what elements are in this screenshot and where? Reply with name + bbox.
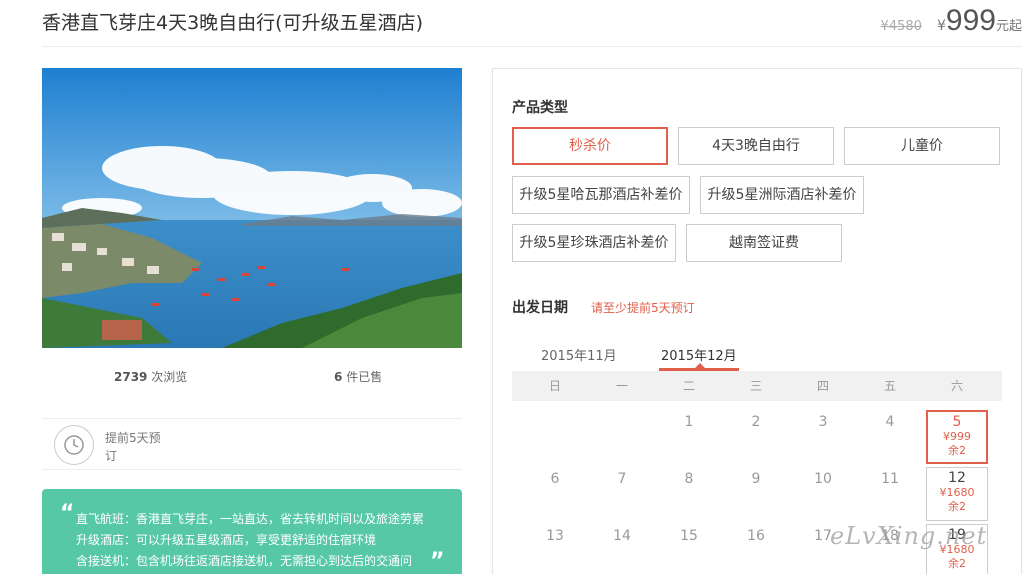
day-remaining: 余2	[948, 444, 966, 457]
open-quote-icon: “	[60, 501, 75, 526]
highlight-line: 升级酒店：可以升级五星级酒店，享受更舒适的住宿环境	[76, 533, 377, 547]
current-price: 999	[945, 4, 996, 37]
product-option-pearl-upgrade[interactable]: 升级5星珍珠酒店补差价	[512, 224, 676, 262]
booking-panel: 产品类型 秒杀价 4天3晚自由行 儿童价 升级5星哈瓦那酒店补差价 升级5星洲际…	[492, 68, 1022, 574]
close-quote-icon: ”	[430, 549, 445, 574]
price-suffix: 元起	[995, 19, 1022, 34]
calendar-day: 14	[613, 528, 631, 544]
day-price: ¥1680	[939, 486, 975, 499]
calendar-day: 9	[751, 471, 761, 487]
weekday-label: 日	[548, 379, 561, 393]
booking-notice: 请至少提前5天预订	[591, 301, 695, 315]
price-area: ¥4580 ¥999元起	[881, 4, 1022, 38]
calendar-day: 16	[747, 528, 765, 544]
day-remaining: 余2	[948, 557, 966, 570]
calendar-day: 8	[684, 471, 694, 487]
watermark: eLvXing.net	[830, 522, 988, 550]
calendar-day: 6	[550, 471, 560, 487]
product-type-label: 产品类型	[512, 100, 568, 116]
views-stat: 2739 次浏览	[114, 368, 187, 385]
product-option-flash-sale[interactable]: 秒杀价	[512, 127, 668, 165]
currency-symbol: ¥	[937, 18, 946, 34]
calendar-day: 4	[885, 414, 895, 430]
highlight-line: 直飞航班：香港直飞芽庄，一站直达，省去转机时间以及旅途劳累	[76, 512, 425, 526]
product-option-havana-upgrade[interactable]: 升级5星哈瓦那酒店补差价	[512, 176, 690, 214]
calendar-day: 13	[546, 528, 564, 544]
highlight-line: 含接送机：包含机场往返酒店接送机，无需担心到达后的交通问	[76, 554, 413, 568]
product-option-vietnam-visa[interactable]: 越南签证费	[686, 224, 842, 262]
weekday-label: 二	[682, 379, 695, 393]
calendar-day-available[interactable]: 5 ¥999 余2	[926, 410, 988, 464]
sold-count: 6	[334, 370, 343, 384]
calendar-day: 10	[814, 471, 832, 487]
advance-booking: 提前5天预订	[42, 418, 462, 470]
product-option-intercontinental-upgrade[interactable]: 升级5星洲际酒店补差价	[700, 176, 864, 214]
day-number: 12	[948, 470, 966, 486]
views-label: 次浏览	[151, 370, 188, 384]
weekday-label: 四	[816, 379, 829, 393]
tab-month-nov[interactable]: 2015年11月	[541, 345, 617, 364]
product-option-child[interactable]: 儿童价	[844, 127, 1000, 165]
views-count: 2739	[114, 370, 148, 384]
advance-booking-text: 提前5天预订	[105, 431, 161, 463]
sold-label: 件已售	[346, 370, 383, 384]
day-price: ¥999	[943, 430, 971, 443]
highlights-box: “ 直飞航班：香港直飞芽庄，一站直达，省去转机时间以及旅途劳累 升级酒店：可以升…	[42, 489, 462, 574]
weekday-label: 六	[950, 379, 963, 393]
calendar-day-available[interactable]: 12 ¥1680 余2	[926, 467, 988, 521]
weekday-header: 日 一 二 三 四 五 六	[512, 371, 1002, 401]
calendar-day: 2	[751, 414, 761, 430]
calendar-day: 1	[684, 414, 694, 430]
page-title: 香港直飞芽庄4天3晚自由行(可升级五星酒店)	[42, 12, 424, 34]
calendar-day: 7	[617, 471, 627, 487]
product-photo[interactable]	[42, 68, 462, 348]
calendar-day: 3	[818, 414, 828, 430]
departure-date-label: 出发日期	[512, 300, 568, 316]
day-number: 5	[952, 414, 962, 430]
weekday-label: 三	[749, 379, 762, 393]
clock-icon	[54, 425, 94, 465]
product-option-4d3n[interactable]: 4天3晚自由行	[678, 127, 834, 165]
tab-month-dec[interactable]: 2015年12月	[661, 345, 737, 364]
sold-stat: 6 件已售	[334, 368, 382, 385]
divider	[42, 46, 1022, 47]
original-price: ¥4580	[880, 19, 922, 34]
day-remaining: 余2	[948, 500, 966, 513]
highlights-list: 直飞航班：香港直飞芽庄，一站直达，省去转机时间以及旅途劳累 升级酒店：可以升级五…	[76, 509, 424, 572]
calendar-day: 11	[881, 471, 899, 487]
weekday-label: 一	[615, 379, 628, 393]
calendar-day: 15	[680, 528, 698, 544]
weekday-label: 五	[883, 379, 896, 393]
